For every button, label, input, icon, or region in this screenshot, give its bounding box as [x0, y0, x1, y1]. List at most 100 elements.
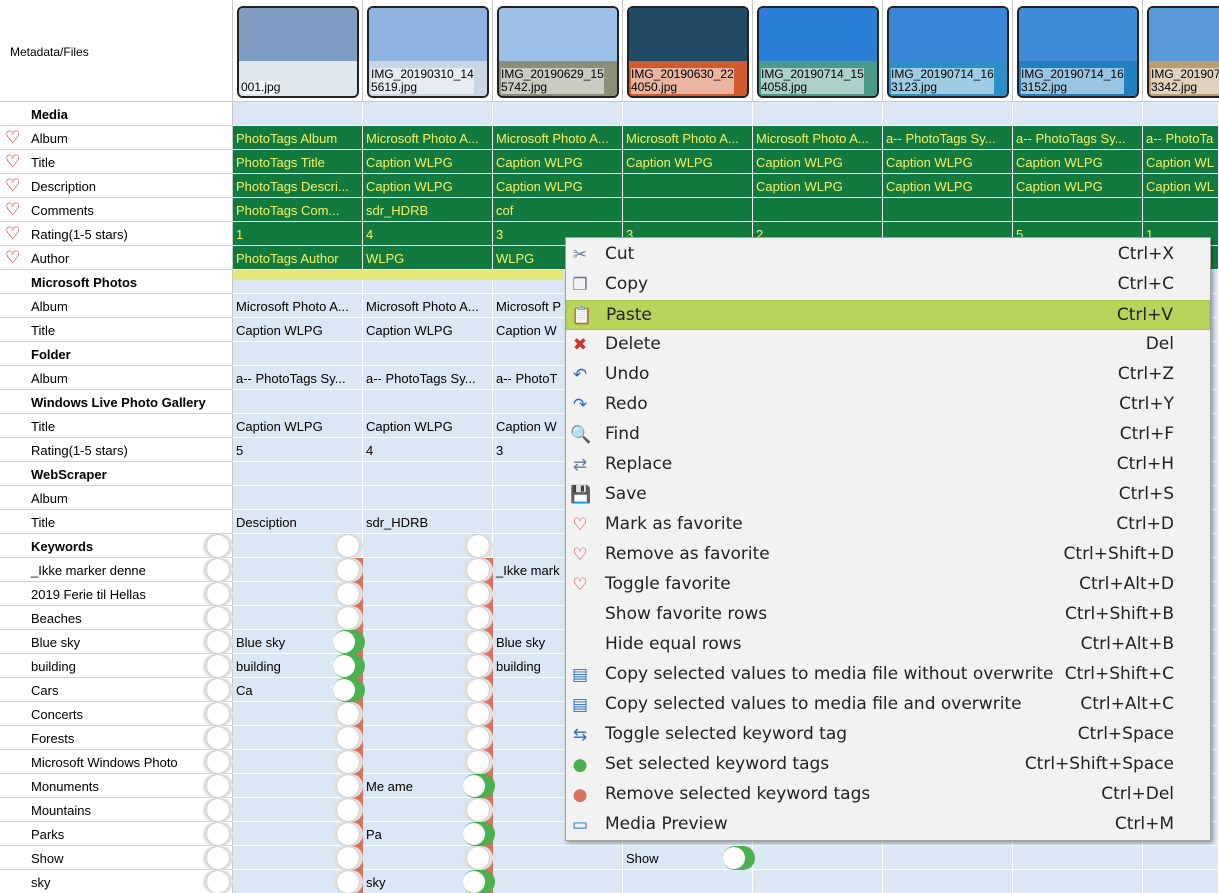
keyword-toggle[interactable]: [463, 630, 493, 654]
row-label[interactable]: ♡ Album: [0, 126, 233, 150]
favorite-heart-icon[interactable]: ♡: [5, 249, 20, 266]
keyword-toggle[interactable]: [333, 534, 363, 558]
row-label[interactable]: Parks: [0, 822, 233, 846]
keyword-toggle[interactable]: [203, 774, 233, 798]
context-menu[interactable]: ✂ Cut Ctrl+X ❐ Copy Ctrl+C 📋 Paste Ctrl+V ✖ Delete…: [565, 237, 1211, 841]
value-cell[interactable]: Caption WLPG: [1013, 174, 1143, 198]
value-cell[interactable]: [753, 198, 883, 222]
value-cell[interactable]: sdr_HDRB: [363, 510, 493, 534]
value-cell[interactable]: Caption WLPG: [753, 174, 883, 198]
file-column-header[interactable]: IMG_20190714_16 3123.jpg: [883, 0, 1013, 102]
value-cell[interactable]: [363, 342, 493, 366]
value-cell[interactable]: sdr_HDRB: [363, 198, 493, 222]
value-cell[interactable]: [1143, 846, 1219, 870]
row-label[interactable]: Beaches: [0, 606, 233, 630]
keyword-toggle[interactable]: [203, 678, 233, 702]
row-label[interactable]: Cars: [0, 678, 233, 702]
keyword-toggle[interactable]: [203, 750, 233, 774]
value-cell[interactable]: Caption WLPG: [883, 174, 1013, 198]
value-cell[interactable]: [623, 870, 753, 893]
value-cell[interactable]: PhotoTags Descri...: [233, 174, 363, 198]
keyword-toggle[interactable]: [333, 750, 363, 774]
keyword-toggle[interactable]: [333, 606, 363, 630]
keyword-set-toggle[interactable]: [333, 654, 365, 678]
file-column-header[interactable]: 001.jpg: [233, 0, 363, 102]
menu-item-remove-as-favorite[interactable]: ♡ Remove as favorite Ctrl+Shift+D: [566, 540, 1210, 570]
file-column-header[interactable]: IMG_20190629_15 5742.jpg: [493, 0, 623, 102]
row-label[interactable]: Microsoft Photos: [0, 270, 233, 294]
value-cell[interactable]: a-- PhotoTa: [1143, 126, 1219, 150]
file-column-header[interactable]: IMG_20190714_16 3152.jpg: [1013, 0, 1143, 102]
value-cell[interactable]: [363, 486, 493, 510]
value-cell[interactable]: [363, 102, 493, 126]
row-label[interactable]: Album: [0, 366, 233, 390]
value-cell[interactable]: [753, 870, 883, 893]
row-label[interactable]: Rating(1-5 stars): [0, 438, 233, 462]
menu-item-toggle-selected-keyword-tag[interactable]: ⇆ Toggle selected keyword tag Ctrl+Space: [566, 720, 1210, 750]
row-label[interactable]: Title: [0, 318, 233, 342]
value-cell[interactable]: PhotoTags Title: [233, 150, 363, 174]
menu-item-show-favorite-rows[interactable]: Show favorite rows Ctrl+Shift+B: [566, 600, 1210, 630]
keyword-toggle[interactable]: [463, 582, 493, 606]
menu-item-paste[interactable]: 📋 Paste Ctrl+V: [566, 300, 1210, 330]
keyword-toggle[interactable]: [463, 678, 493, 702]
file-thumbnail[interactable]: IMG_20190714_16 3342.jpg: [1147, 6, 1219, 98]
row-label[interactable]: ♡ Rating(1-5 stars): [0, 222, 233, 246]
value-cell[interactable]: Microsoft Photo A...: [233, 294, 363, 318]
row-label[interactable]: building: [0, 654, 233, 678]
value-cell[interactable]: [753, 102, 883, 126]
value-cell[interactable]: Caption WLPG: [363, 174, 493, 198]
row-label[interactable]: sky: [0, 870, 233, 893]
row-label[interactable]: Media: [0, 102, 233, 126]
value-cell[interactable]: PhotoTags Album: [233, 126, 363, 150]
value-cell[interactable]: [1143, 870, 1219, 893]
keyword-set-toggle[interactable]: [463, 870, 495, 893]
keyword-toggle[interactable]: [333, 846, 363, 870]
row-label[interactable]: ♡ Description: [0, 174, 233, 198]
keyword-toggle[interactable]: [333, 702, 363, 726]
value-cell[interactable]: [883, 102, 1013, 126]
value-cell[interactable]: [233, 102, 363, 126]
file-thumbnail[interactable]: IMG_20190629_15 5742.jpg: [497, 6, 619, 98]
file-column-header[interactable]: IMG_20190310_14 5619.jpg: [363, 0, 493, 102]
value-cell[interactable]: [493, 870, 623, 893]
favorite-heart-icon[interactable]: ♡: [5, 153, 20, 170]
keyword-toggle[interactable]: [203, 702, 233, 726]
keyword-toggle[interactable]: [203, 870, 233, 893]
value-cell[interactable]: Caption WL: [1143, 150, 1219, 174]
file-thumbnail[interactable]: IMG_20190714_15 4058.jpg: [757, 6, 879, 98]
row-label[interactable]: Title: [0, 414, 233, 438]
keyword-toggle[interactable]: [203, 654, 233, 678]
value-cell[interactable]: a-- PhotoTags Sy...: [363, 366, 493, 390]
keyword-toggle[interactable]: [203, 726, 233, 750]
value-cell[interactable]: a-- PhotoTags Sy...: [233, 366, 363, 390]
value-cell[interactable]: a-- PhotoTags Sy...: [1013, 126, 1143, 150]
value-cell[interactable]: [1143, 198, 1219, 222]
value-cell[interactable]: WLPG: [363, 246, 493, 270]
menu-item-media-preview[interactable]: ▭ Media Preview Ctrl+M: [566, 810, 1210, 840]
keyword-toggle[interactable]: [203, 606, 233, 630]
row-label[interactable]: Title: [0, 510, 233, 534]
keyword-toggle[interactable]: [333, 774, 363, 798]
favorite-heart-icon[interactable]: ♡: [5, 201, 20, 218]
row-label[interactable]: Folder: [0, 342, 233, 366]
value-cell[interactable]: PhotoTags Author: [233, 246, 363, 270]
keyword-toggle[interactable]: [333, 582, 363, 606]
value-cell[interactable]: Caption WLPG: [493, 150, 623, 174]
keyword-toggle[interactable]: [463, 726, 493, 750]
value-cell[interactable]: [1143, 102, 1219, 126]
value-cell[interactable]: Caption WLPG: [493, 174, 623, 198]
row-label[interactable]: Concerts: [0, 702, 233, 726]
row-label[interactable]: 2019 Ferie til Hellas: [0, 582, 233, 606]
row-label[interactable]: Microsoft Windows Photo: [0, 750, 233, 774]
keyword-toggle[interactable]: [463, 750, 493, 774]
file-thumbnail[interactable]: IMG_20190714_16 3123.jpg: [887, 6, 1009, 98]
favorite-heart-icon[interactable]: ♡: [5, 177, 20, 194]
menu-item-find[interactable]: 🔍 Find Ctrl+F: [566, 420, 1210, 450]
value-cell[interactable]: [623, 174, 753, 198]
keyword-set-toggle[interactable]: [463, 774, 495, 798]
menu-item-undo[interactable]: ↶ Undo Ctrl+Z: [566, 360, 1210, 390]
row-label[interactable]: Show: [0, 846, 233, 870]
row-label[interactable]: Album: [0, 486, 233, 510]
keyword-set-toggle[interactable]: [463, 822, 495, 846]
